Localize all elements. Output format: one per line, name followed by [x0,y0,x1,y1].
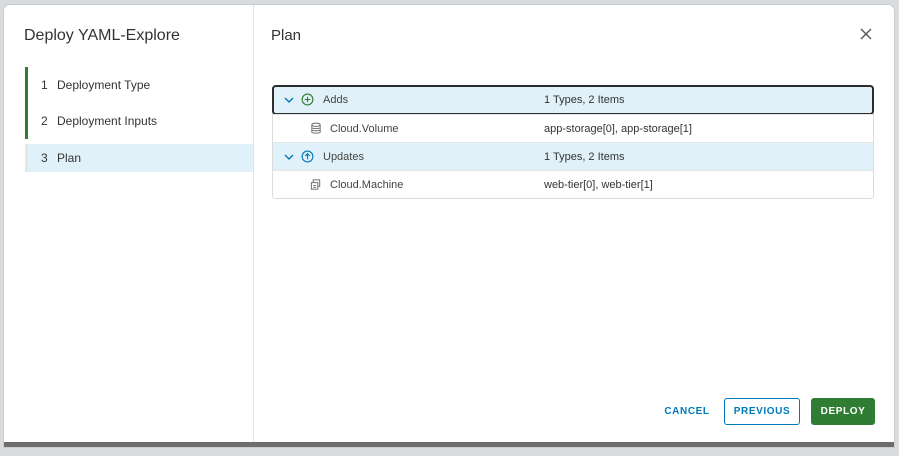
cancel-button[interactable]: CANCEL [656,398,718,425]
chevron-down-icon[interactable] [283,94,295,106]
previous-button[interactable]: PREVIOUS [724,398,800,425]
deploy-dialog: Deploy YAML-Explore 1 Deployment Type 2 … [4,5,894,447]
step-label: Plan [57,151,82,165]
group-label: Updates [323,151,364,163]
deploy-button[interactable]: DEPLOY [811,398,875,425]
group-summary: 1 Types, 2 Items [544,151,625,163]
chevron-down-icon[interactable] [283,151,295,163]
tree-item-cloud-volume[interactable]: Cloud.Volume app-storage[0], app-storage… [273,114,873,142]
close-button[interactable] [858,26,874,42]
tree-item-cloud-machine[interactable]: Cloud.Machine web-tier[0], web-tier[1] [273,170,873,198]
step-number: 1 [41,78,48,92]
wizard-sidebar: Deploy YAML-Explore 1 Deployment Type 2 … [4,5,254,447]
tree-group-updates[interactable]: Updates 1 Types, 2 Items [273,142,873,170]
vm-icon [310,179,321,190]
wizard-step-deployment-type[interactable]: 1 Deployment Type [25,67,253,103]
wizard-title: Deploy YAML-Explore [24,27,180,44]
step-label: Deployment Type [57,78,151,92]
step-label: Deployment Inputs [57,114,158,128]
plan-tree: Adds 1 Types, 2 Items Cloud.Volume app-s… [272,85,874,199]
wizard-step-plan[interactable]: 3 Plan [25,144,253,172]
window-bottom-edge [4,442,894,447]
page-title: Plan [271,27,302,44]
wizard-step-deployment-inputs[interactable]: 2 Deployment Inputs [25,103,253,139]
item-resources: web-tier[0], web-tier[1] [544,179,653,191]
group-label: Adds [323,94,349,106]
item-type: Cloud.Volume [330,123,399,135]
main-panel: Plan Adds 1 Types, 2 Items Cloud.Volume … [254,5,894,447]
item-resources: app-storage[0], app-storage[1] [544,123,692,135]
tree-group-adds[interactable]: Adds 1 Types, 2 Items [272,85,874,115]
close-icon [860,28,872,40]
item-type: Cloud.Machine [330,179,404,191]
plus-circle-icon [301,93,314,106]
arrow-up-circle-icon [301,150,314,163]
group-summary: 1 Types, 2 Items [544,94,625,106]
database-icon [311,122,321,134]
step-number: 3 [41,151,48,165]
step-number: 2 [41,114,48,128]
